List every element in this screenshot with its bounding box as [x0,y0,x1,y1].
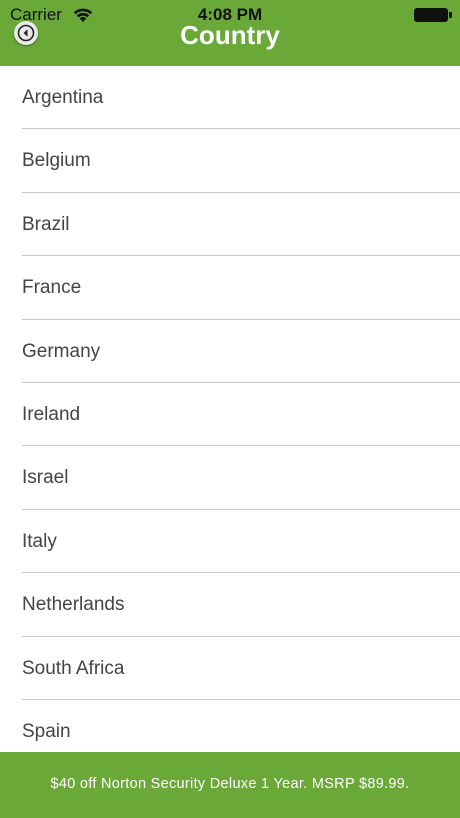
list-item-spain[interactable]: Spain [0,700,460,752]
list-item-label: Netherlands [22,594,125,616]
list-item-label: Italy [22,530,57,552]
nav-header: Carrier 4:08 PM Country [0,0,460,66]
list-item-ireland[interactable]: Ireland [0,383,460,447]
list-item-label: Brazil [22,213,70,235]
country-list: Argentina Belgium Brazil France Germany … [0,66,460,752]
battery-tip [449,12,452,18]
list-item-label: France [22,277,82,299]
promo-banner[interactable]: $40 off Norton Security Deluxe 1 Year. M… [0,752,460,818]
list-item-label: Germany [22,340,101,362]
list-item-italy[interactable]: Italy [0,510,460,574]
list-item-belgium[interactable]: Belgium [0,129,460,193]
list-item-label: South Africa [22,657,125,679]
list-item-netherlands[interactable]: Netherlands [0,573,460,637]
list-item-brazil[interactable]: Brazil [0,193,460,257]
list-item-germany[interactable]: Germany [0,320,460,383]
list-item-label: Israel [22,467,69,489]
promo-text: $40 off Norton Security Deluxe 1 Year. M… [50,776,410,792]
list-item-france[interactable]: France [0,256,460,320]
list-item-israel[interactable]: Israel [0,446,460,510]
list-item-south-africa[interactable]: South Africa [0,637,460,700]
list-item-label: Ireland [22,403,81,425]
list-item-argentina[interactable]: Argentina [0,66,460,130]
list-item-label: Belgium [22,150,91,172]
list-item-label: Argentina [22,87,104,108]
list-item-label: Spain [22,720,71,742]
page-title: Country [180,20,280,50]
